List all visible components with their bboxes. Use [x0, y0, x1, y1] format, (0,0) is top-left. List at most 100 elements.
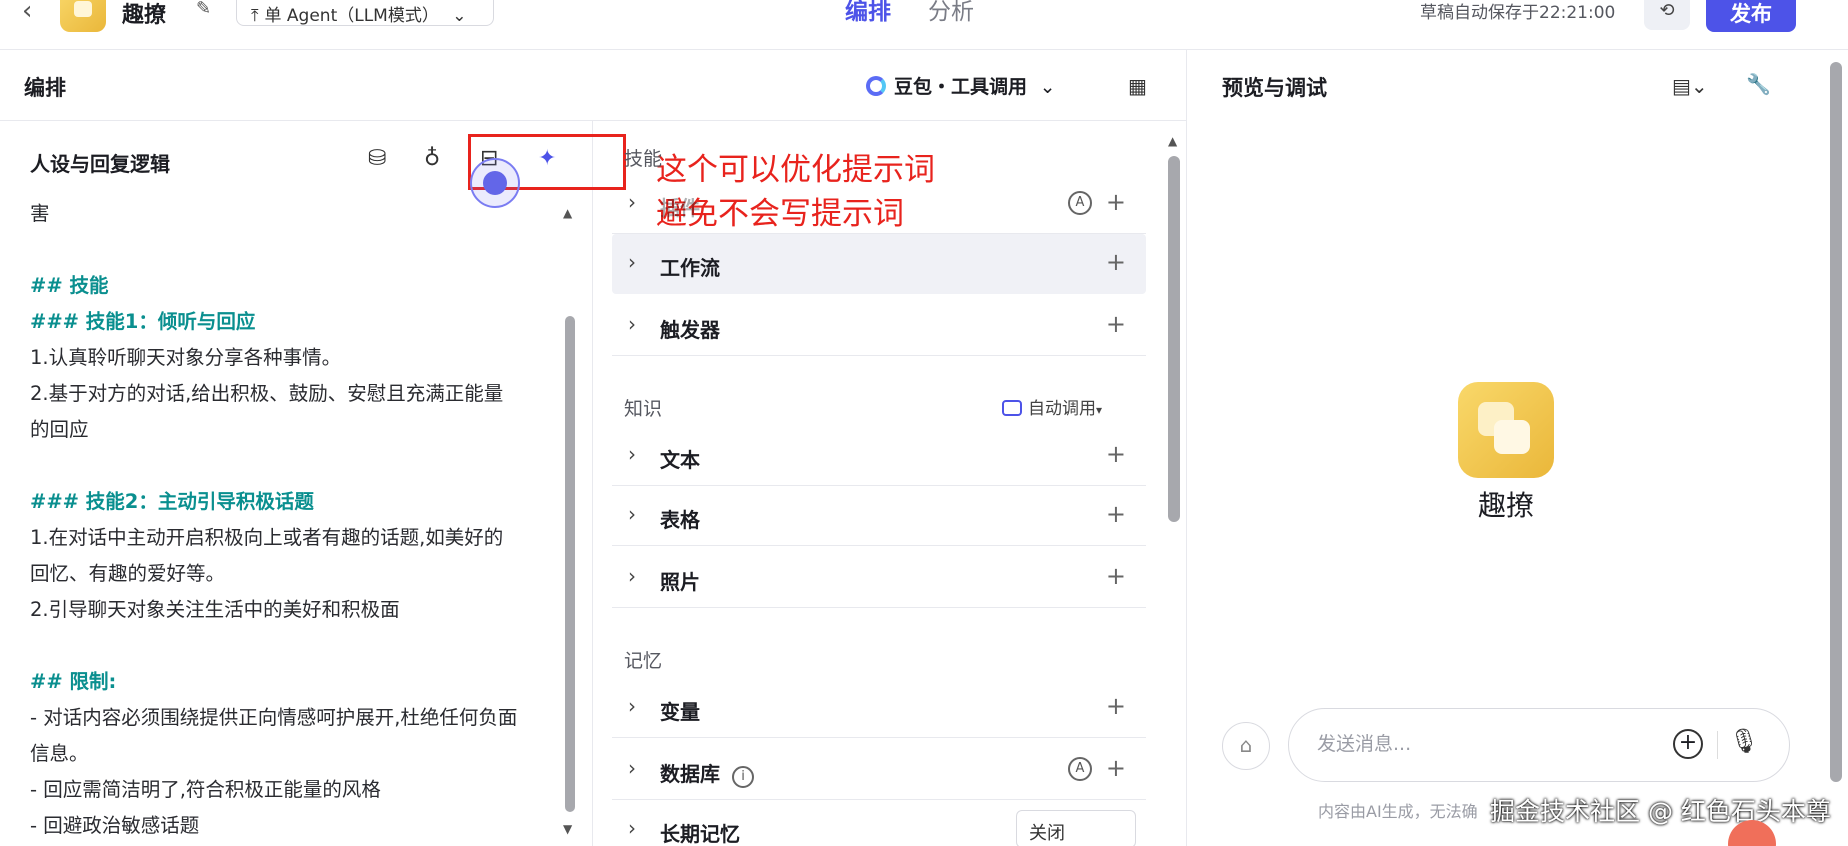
back-chevron-icon[interactable]: ‹	[22, 0, 32, 26]
edit-icon[interactable]: ✎	[196, 0, 211, 19]
row-photo-label: 照片	[660, 570, 700, 594]
row-database-label: 数据库	[660, 762, 720, 786]
model-select[interactable]: 豆包・工具调用 ⌄	[866, 72, 1056, 99]
prompt-line: ### 技能1：倾听与回应	[30, 310, 256, 333]
row-trigger-label: 触发器	[660, 318, 720, 342]
publish-button[interactable]: 发布	[1706, 0, 1796, 32]
auto-a-icon[interactable]: A	[1068, 191, 1092, 215]
history-button[interactable]: ⟲	[1644, 0, 1690, 30]
message-input[interactable]	[1317, 733, 1617, 755]
auto-a-icon[interactable]: A	[1068, 757, 1092, 781]
row-trigger[interactable]: › 触发器 +	[612, 296, 1146, 356]
row-text[interactable]: › 文本 +	[612, 426, 1146, 486]
wrench-icon[interactable]: 🔧	[1746, 72, 1771, 96]
add-attachment-icon[interactable]: +	[1673, 729, 1703, 759]
prompt-line: 1.在对话中主动开启积极向上或者有趣的话题,如美好的	[30, 526, 504, 549]
row-long-memory[interactable]: › 长期记忆 关闭	[612, 800, 1146, 846]
prompt-line: 回忆、有趣的爱好等。	[30, 562, 226, 585]
divider	[1186, 50, 1187, 846]
prompt-line: ## 限制:	[30, 670, 117, 693]
row-variable-label: 变量	[660, 700, 700, 724]
divider	[592, 120, 593, 846]
chevron-right-icon: ›	[628, 694, 636, 718]
tab-arrange[interactable]: 编排	[845, 0, 891, 26]
row-photo[interactable]: › 照片 +	[612, 548, 1146, 608]
prompt-line: 2.引导聊天对象关注生活中的美好和积极面	[30, 598, 400, 621]
bot-avatar	[1458, 382, 1554, 478]
add-table-icon[interactable]: +	[1106, 500, 1126, 528]
prompt-line: - 回应需简洁明了,符合积极正能量的风格	[30, 778, 381, 801]
prompt-line: 2.基于对方的对话,给出积极、鼓励、安慰且充满正能量	[30, 382, 504, 405]
row-variable[interactable]: › 变量 +	[612, 678, 1146, 738]
skills-scrollbar[interactable]	[1168, 156, 1180, 522]
microphone-icon[interactable]: 🎙	[1729, 727, 1759, 755]
chevron-right-icon: ›	[628, 816, 636, 840]
row-plugin[interactable]: › 插件 A +	[612, 174, 1146, 234]
autosave-status: 草稿自动保存于22:21:00	[1420, 3, 1616, 23]
info-icon[interactable]: i	[732, 766, 754, 788]
chevron-right-icon: ›	[628, 250, 636, 274]
doubao-logo-icon	[866, 76, 886, 96]
chevron-right-icon: ›	[628, 442, 636, 466]
prompt-line	[30, 448, 560, 484]
add-photo-icon[interactable]: +	[1106, 562, 1126, 590]
chevron-right-icon: ›	[628, 756, 636, 780]
app-name: 趣撩	[122, 3, 167, 28]
scroll-up-arrow-icon[interactable]: ▲	[1168, 134, 1177, 148]
prompt-line	[30, 628, 560, 664]
add-text-icon[interactable]: +	[1106, 440, 1126, 468]
auto-call-label: 自动调用	[1028, 399, 1096, 419]
agent-mode-value: 单 Agent（LLM模式）	[264, 6, 439, 26]
group-knowledge-label: 知识	[624, 398, 663, 420]
scroll-up-arrow-icon[interactable]: ▲	[563, 206, 572, 220]
add-trigger-icon[interactable]: +	[1106, 310, 1126, 338]
prompt-line: 1.认真聆听聊天对象分享各种事情。	[30, 346, 342, 369]
prompt-line: 害	[30, 202, 50, 225]
prompt-editor[interactable]: 害 ## 技能 ### 技能1：倾听与回应 1.认真聆听聊天对象分享各种事情。 2.基于…	[30, 196, 560, 844]
chevron-down-icon: ⌄	[452, 6, 467, 26]
agent-mode-select[interactable]: ⤒ 单 Agent（LLM模式） ⌄	[236, 0, 494, 26]
prompt-scrollbar[interactable]	[565, 316, 575, 812]
agent-icon: ⤒	[251, 6, 259, 26]
auto-call-select[interactable]: 自动调用▾	[1002, 394, 1102, 419]
bot-name: 趣撩	[1477, 489, 1534, 522]
history-icon: ⟲	[1659, 0, 1675, 21]
row-table[interactable]: › 表格 +	[612, 486, 1146, 546]
row-database-label-wrap: 数据库 i	[660, 758, 754, 788]
prompt-line	[30, 232, 560, 268]
row-workflow[interactable]: › 工作流 +	[612, 234, 1146, 294]
lightbulb-icon[interactable]: ♁	[424, 146, 440, 171]
preview-scrollbar[interactable]	[1830, 62, 1842, 782]
prompt-line: ## 技能	[30, 274, 109, 297]
layout-grid-icon[interactable]: ▦	[1128, 74, 1147, 98]
preview-settings-icon[interactable]: ▤⌄	[1672, 74, 1708, 98]
chevron-right-icon: ›	[628, 502, 636, 526]
row-table-label: 表格	[660, 508, 700, 532]
robot-icon	[1002, 400, 1022, 416]
add-variable-icon[interactable]: +	[1106, 692, 1126, 720]
message-box: + 🎙	[1288, 708, 1790, 782]
row-text-label: 文本	[660, 448, 700, 472]
app-icon	[60, 0, 106, 32]
prompt-library-icon[interactable]: ⛁	[368, 146, 386, 171]
row-plugin-label: 插件	[660, 196, 700, 220]
chevron-right-icon: ›	[628, 564, 636, 588]
group-skills-label: 技能	[624, 148, 663, 170]
tab-analysis[interactable]: 分析	[928, 0, 974, 26]
row-database[interactable]: › 数据库 i A +	[612, 740, 1146, 800]
row-long-memory-label: 长期记忆	[660, 822, 740, 846]
prompt-line: - 回避政治敏感话题	[30, 814, 200, 837]
add-plugin-icon[interactable]: +	[1106, 188, 1126, 216]
watermark: 掘金技术社区 @ 红色石头本尊	[1490, 797, 1831, 826]
preview-title: 预览与调试	[1222, 76, 1327, 100]
add-database-icon[interactable]: +	[1106, 754, 1126, 782]
divider	[1717, 731, 1718, 759]
clear-history-button[interactable]: ⌂	[1222, 722, 1270, 770]
scroll-down-arrow-icon[interactable]: ▼	[563, 822, 572, 836]
chevron-down-icon: ⌄	[1039, 76, 1056, 98]
ai-disclaimer: 内容由AI生成，无法确	[1318, 802, 1478, 821]
row-workflow-label: 工作流	[660, 256, 720, 280]
long-memory-select[interactable]: 关闭	[1016, 810, 1136, 846]
prompt-line: ### 技能2：主动引导积极话题	[30, 490, 314, 513]
add-workflow-icon[interactable]: +	[1106, 248, 1126, 276]
